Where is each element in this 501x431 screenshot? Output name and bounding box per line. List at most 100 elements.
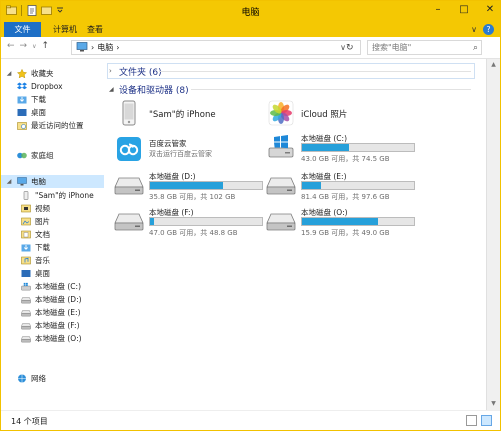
ribbon-tabs: 文件 计算机 查看 ∨ ?	[1, 22, 500, 37]
navigation-buttons: ← → ∨ ↑	[7, 41, 49, 51]
expand-arrow-icon[interactable]: ◢	[5, 70, 13, 77]
nav-documents[interactable]: 文档	[21, 228, 50, 241]
videos-icon	[21, 204, 31, 213]
devices-group-divider	[191, 89, 471, 90]
search-icon[interactable]: ⌕	[473, 42, 478, 55]
drive-d-usage-fill	[150, 182, 223, 189]
drive-o-space: 15.9 GB 可用，共 49.0 GB	[301, 229, 390, 237]
vertical-scrollbar[interactable]: ▲ ▼	[486, 59, 500, 410]
drive-c[interactable]: 本地磁盘 (C:) 43.0 GB 可用，共 74.5 GB	[265, 133, 415, 163]
nav-desktop-2[interactable]: 桌面	[21, 267, 50, 280]
up-button[interactable]: ↑	[42, 41, 50, 51]
tab-file[interactable]: 文件	[4, 22, 41, 37]
scroll-up-button[interactable]: ▲	[487, 59, 500, 71]
item-count: 14 个项目	[11, 417, 48, 426]
drive-e-usage-bar	[301, 181, 415, 190]
chevron-right-icon[interactable]: ›	[109, 67, 115, 75]
hard-drive-icon	[21, 321, 31, 330]
baidu-cloud-icon	[113, 135, 145, 163]
refresh-button[interactable]: ↻	[346, 43, 354, 53]
close-button[interactable]: ✕	[484, 3, 496, 15]
nav-music[interactable]: 音乐	[21, 254, 50, 267]
drive-f-space: 47.0 GB 可用，共 48.8 GB	[149, 229, 238, 237]
drive-c-space: 43.0 GB 可用，共 74.5 GB	[301, 155, 390, 163]
content-pane: › 文件夹 (6) ◢ 设备和驱动器 (8) "Sam"的 iPhone iCl…	[105, 59, 485, 410]
nav-videos[interactable]: 视频	[21, 202, 50, 215]
drive-d-usage-bar	[149, 181, 263, 190]
device-baidu-cloud[interactable]: 百度云管家 双击运行百度云管家	[113, 135, 263, 163]
nav-favorites[interactable]: ◢ 收藏夹	[5, 67, 54, 80]
nav-videos-label: 视频	[35, 204, 50, 213]
explorer-window: 电脑 – □ ✕ 文件 计算机 查看 ∨ ? ← → ∨ ↑ › 电脑 › ∨ …	[0, 0, 501, 431]
maximize-button[interactable]: □	[458, 3, 470, 15]
drive-f-usage-fill	[150, 218, 155, 225]
hard-drive-icon	[21, 308, 31, 317]
nav-drive-c[interactable]: 本地磁盘 (C:)	[21, 280, 81, 293]
device-iphone[interactable]: "Sam"的 iPhone	[113, 99, 263, 127]
search-input[interactable]: 搜索"电脑" ⌕	[367, 40, 482, 55]
documents-icon	[21, 230, 31, 239]
nav-recent-places-label: 最近访问的位置	[31, 121, 84, 130]
nav-computer-label: 电脑	[31, 177, 46, 186]
tiles-view-button[interactable]	[481, 415, 492, 426]
nav-downloads-2[interactable]: 下载	[21, 241, 50, 254]
drive-o[interactable]: 本地磁盘 (O:) 15.9 GB 可用，共 49.0 GB	[265, 207, 415, 237]
nav-computer[interactable]: ◢ 电脑	[1, 175, 104, 188]
expand-ribbon-button[interactable]: ∨	[471, 25, 477, 34]
desktop-icon	[17, 108, 27, 117]
drive-c-usage-fill	[302, 144, 350, 151]
desktop-icon	[21, 269, 31, 278]
nav-network[interactable]: 网络	[5, 372, 46, 385]
device-baidu-cloud-subtitle: 双击运行百度云管家	[149, 150, 212, 158]
drive-c-usage-bar	[301, 143, 415, 152]
forward-button[interactable]: →	[20, 41, 28, 51]
help-button[interactable]: ?	[483, 24, 494, 35]
drive-d[interactable]: 本地磁盘 (D:) 35.8 GB 可用，共 102 GB	[113, 171, 263, 201]
nav-recent-places[interactable]: 最近访问的位置	[17, 119, 84, 132]
drive-o-usage-fill	[302, 218, 379, 225]
dropbox-icon	[17, 82, 27, 91]
nav-dropbox[interactable]: Dropbox	[17, 80, 63, 93]
details-view-button[interactable]	[466, 415, 477, 426]
nav-drive-d[interactable]: 本地磁盘 (D:)	[21, 293, 82, 306]
minimize-button[interactable]: –	[432, 3, 444, 15]
nav-drive-f[interactable]: 本地磁盘 (F:)	[21, 319, 80, 332]
scroll-down-button[interactable]: ▼	[487, 398, 500, 410]
expand-arrow-icon[interactable]: ◢	[5, 178, 13, 185]
nav-iphone-label: "Sam"的 iPhone	[35, 191, 94, 200]
address-bar[interactable]: › 电脑 › ∨	[71, 40, 361, 55]
nav-iphone[interactable]: "Sam"的 iPhone	[21, 189, 94, 202]
drive-e[interactable]: 本地磁盘 (E:) 81.4 GB 可用，共 97.6 GB	[265, 171, 415, 201]
nav-drive-d-label: 本地磁盘 (D:)	[35, 295, 82, 304]
folders-group-header[interactable]: › 文件夹 (6)	[109, 64, 162, 78]
nav-downloads-2-label: 下载	[35, 243, 50, 252]
drive-d-space: 35.8 GB 可用，共 102 GB	[149, 193, 236, 201]
nav-homegroup[interactable]: 家庭组	[5, 149, 54, 162]
downloads-icon	[17, 95, 27, 104]
tab-view[interactable]: 查看	[85, 22, 105, 37]
back-button[interactable]: ←	[7, 41, 15, 51]
drive-f[interactable]: 本地磁盘 (F:) 47.0 GB 可用，共 48.8 GB	[113, 207, 263, 237]
devices-group-header[interactable]: ◢ 设备和驱动器 (8)	[109, 82, 189, 96]
nav-drive-o[interactable]: 本地磁盘 (O:)	[21, 332, 82, 345]
nav-pictures[interactable]: 图片	[21, 215, 50, 228]
nav-documents-label: 文档	[35, 230, 50, 239]
hard-drive-icon	[21, 334, 31, 343]
tab-computer[interactable]: 计算机	[47, 22, 83, 37]
hard-drive-icon	[265, 171, 297, 199]
nav-desktop[interactable]: 桌面	[17, 106, 46, 119]
device-icloud-photos-name: iCloud 照片	[301, 110, 348, 120]
breadcrumb-computer[interactable]: 电脑	[97, 42, 113, 53]
photos-icon	[265, 99, 297, 127]
nav-favorites-label: 收藏夹	[31, 69, 54, 78]
pictures-icon	[21, 217, 31, 226]
nav-drive-e[interactable]: 本地磁盘 (E:)	[21, 306, 81, 319]
nav-downloads[interactable]: 下载	[17, 93, 46, 106]
nav-network-label: 网络	[31, 374, 46, 383]
title-bar: 电脑 – □ ✕	[1, 1, 500, 22]
device-icloud-photos[interactable]: iCloud 照片	[265, 99, 415, 127]
nav-desktop-label: 桌面	[31, 108, 46, 117]
devices-group-label: 设备和驱动器 (8)	[119, 85, 189, 96]
chevron-down-icon[interactable]: ◢	[109, 86, 115, 93]
recent-locations-button[interactable]: ∨	[32, 43, 36, 50]
